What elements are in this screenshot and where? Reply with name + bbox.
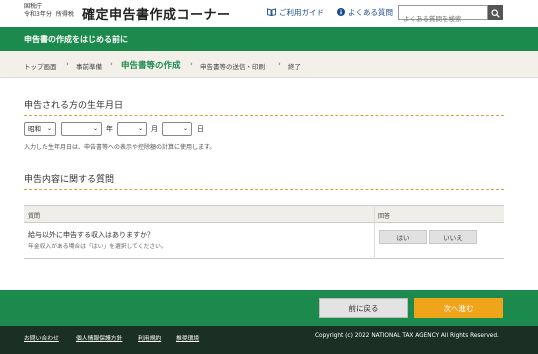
question-section-title: 申告内容に関する質問 <box>24 175 115 185</box>
column-divider <box>374 205 375 259</box>
breadcrumb-separator: › <box>110 60 113 68</box>
birthdate-section-title: 申告される方の生年月日 <box>24 101 124 111</box>
guide-link-label: ご利用ガイド <box>279 8 324 17</box>
breadcrumb-step-prep: 事前準備 <box>76 63 102 71</box>
site-title[interactable]: 確定申告書作成コーナー <box>82 4 231 23</box>
site-header: 国税庁 令和3年分 所得税 確定申告書作成コーナー ご利用ガイド よくある質問 <box>0 0 538 27</box>
page-title: 申告書の作成をはじめる前に <box>24 35 128 44</box>
table-row: 給与以外に申告する収入はありますか？ 年金収入がある場合は「はい」を選択してくだ… <box>24 223 504 259</box>
answer-yes-button[interactable]: はい <box>379 230 427 244</box>
tax-year: 令和3年分 <box>24 11 52 18</box>
faq-search-box[interactable] <box>398 5 489 26</box>
next-button[interactable]: 次へ進む <box>414 298 503 318</box>
chevron-down-icon: ⌄ <box>137 125 143 132</box>
breadcrumb-step-current: 申告書等の作成 <box>121 61 181 71</box>
faq-link-label: よくある質問 <box>348 8 393 17</box>
agency-name: 国税庁 <box>24 3 43 10</box>
table-header: 質問 回答 <box>24 205 504 223</box>
footer-link-privacy[interactable]: 個人情報保護方針 <box>76 333 122 342</box>
column-header-answer: 回答 <box>378 213 391 220</box>
breadcrumb-step-end: 終了 <box>288 63 301 71</box>
search-icon <box>491 3 500 22</box>
footer-link-terms[interactable]: 利用規約 <box>138 333 161 342</box>
info-circle-icon <box>337 7 345 18</box>
guide-link[interactable]: ご利用ガイド <box>267 7 324 18</box>
breadcrumb-separator: › <box>278 60 281 68</box>
tax-type: 所得税 <box>55 11 74 18</box>
breadcrumb: トップ画面 › 事前準備 › 申告書等の作成 › 申告書等の送信・印刷 › 終了 <box>0 51 538 78</box>
column-header-question: 質問 <box>28 213 41 220</box>
chevron-down-icon: ⌄ <box>46 125 52 132</box>
footer-link-environment[interactable]: 推奨環境 <box>176 333 199 342</box>
day-unit-label: 日 <box>197 125 204 133</box>
year-unit-label: 年 <box>106 125 113 133</box>
back-button[interactable]: 前に戻る <box>319 298 408 318</box>
breadcrumb-step-send: 申告書等の送信・印刷 <box>200 63 265 71</box>
birthdate-hint: 入力した生年月日は、申告書等への表示や控除額の計算に使用します。 <box>24 144 216 151</box>
faq-link[interactable]: よくある質問 <box>337 7 393 18</box>
breadcrumb-separator: › <box>66 60 69 68</box>
question-table: 質問 回答 給与以外に申告する収入はありますか？ 年金収入がある場合は「はい」を… <box>24 205 504 259</box>
section-divider <box>24 115 504 116</box>
day-select[interactable]: ⌄ <box>162 122 192 136</box>
site-footer: お問い合わせ 個人情報保護方針 利用規約 推奨環境 Copyright (c) … <box>0 326 538 354</box>
faq-search-input[interactable] <box>399 12 489 26</box>
answer-no-button[interactable]: いいえ <box>429 230 477 244</box>
year-select[interactable]: ⌄ <box>61 122 102 136</box>
page-heading-band: 申告書の作成をはじめる前に <box>0 27 538 51</box>
month-select[interactable]: ⌄ <box>117 122 147 136</box>
era-select[interactable]: 昭和 ⌄ <box>24 122 56 136</box>
footer-link-contact[interactable]: お問い合わせ <box>24 333 59 342</box>
chevron-down-icon: ⌄ <box>92 125 98 132</box>
agency-label: 国税庁 令和3年分 所得税 <box>24 3 74 18</box>
era-select-value: 昭和 <box>28 125 41 133</box>
search-button[interactable] <box>488 5 503 20</box>
question-text: 給与以外に申告する収入はありますか？ <box>28 231 154 239</box>
chevron-down-icon: ⌄ <box>182 125 188 132</box>
breadcrumb-separator: › <box>190 60 193 68</box>
breadcrumb-step-top: トップ画面 <box>24 63 57 71</box>
section-divider <box>24 189 504 190</box>
question-note: 年金収入がある場合は「はい」を選択してください。 <box>28 244 167 250</box>
copyright-text: Copyright (c) 2022 NATIONAL TAX AGENCY A… <box>315 333 499 339</box>
book-icon <box>267 7 276 18</box>
month-unit-label: 月 <box>151 125 158 133</box>
navigation-bar: 前に戻る 次へ進む <box>0 290 538 326</box>
